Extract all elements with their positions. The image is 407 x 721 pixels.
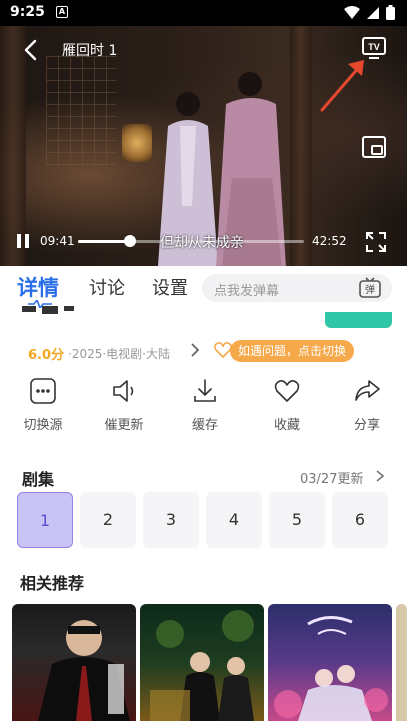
speaker-icon: [113, 380, 134, 402]
status-indicators: [344, 5, 395, 20]
danmaku-icon-label: 弹: [365, 283, 375, 296]
action-label: 切换源: [23, 418, 63, 433]
pause-icon[interactable]: [14, 232, 32, 250]
back-arrow-icon[interactable]: [20, 38, 44, 62]
chevron-right-icon[interactable]: [374, 469, 386, 483]
partial-badge: [325, 312, 392, 328]
tab-details[interactable]: 详情: [17, 272, 59, 302]
action-row: 切换源 催更新 缓存 收藏 分享: [0, 376, 407, 436]
status-time: 9:25: [10, 4, 45, 20]
detail-tabs: 详情 讨论 设置 点我发弹幕 弹: [0, 266, 407, 310]
download-icon: [194, 379, 216, 402]
progress-knob[interactable]: [123, 235, 136, 247]
current-time: 09:41: [40, 234, 75, 248]
action-label: 收藏: [273, 418, 300, 433]
battery-icon: [386, 5, 395, 20]
more-dots-icon: [30, 378, 56, 404]
annotation-arrow: [320, 60, 364, 112]
chevron-right-icon[interactable]: [188, 342, 202, 358]
share-icon: [355, 380, 380, 401]
poster-art: [150, 610, 254, 721]
tv-icon-label: TV: [368, 42, 380, 52]
progress-fill: [78, 240, 130, 243]
episode-item[interactable]: 4: [206, 492, 262, 548]
share-button[interactable]: 分享: [332, 376, 402, 433]
episode-item[interactable]: 6: [332, 492, 388, 548]
scene-pillar: [0, 26, 26, 266]
scene-lantern: [122, 124, 152, 162]
request-update-button[interactable]: 催更新: [89, 376, 159, 433]
episode-item[interactable]: 1: [17, 492, 73, 548]
recommendations-title: 相关推荐: [20, 574, 85, 593]
action-label: 缓存: [191, 418, 218, 433]
switch-source-button[interactable]: 切换源: [8, 376, 78, 433]
action-label: 催更新: [104, 418, 144, 433]
poster-art: [38, 620, 130, 721]
danmaku-toggle-icon[interactable]: 弹: [358, 276, 382, 300]
recommendation-poster-4[interactable]: [396, 604, 407, 721]
episode-item[interactable]: 2: [80, 492, 136, 548]
scene-pillar: [290, 26, 312, 266]
download-button[interactable]: 缓存: [170, 376, 240, 433]
wifi-icon: [344, 5, 360, 19]
scene-window-lattice: [46, 56, 116, 166]
video-title: 雁回时 1: [62, 43, 118, 59]
signal-icon: [367, 6, 379, 19]
switch-source-tip[interactable]: 如遇问题，点击切换: [230, 340, 355, 362]
rating-score: 6.0分: [28, 348, 65, 363]
episodes-title: 剧集: [22, 470, 55, 489]
poster-art: [274, 616, 388, 721]
picture-in-picture-icon[interactable]: [360, 134, 388, 160]
action-label: 分享: [353, 418, 380, 433]
status-bar: 9:25 A: [0, 0, 407, 26]
tab-settings[interactable]: 设置: [152, 274, 188, 300]
episode-item[interactable]: 3: [143, 492, 199, 548]
notification-badge-icon: A: [56, 6, 68, 18]
danmaku-placeholder: 点我发弹幕: [214, 284, 280, 299]
episode-item[interactable]: 5: [269, 492, 325, 548]
episodes-update-info[interactable]: 03/27更新: [300, 468, 363, 487]
favorite-button[interactable]: 收藏: [252, 376, 322, 433]
danmaku-input[interactable]: 点我发弹幕 弹: [202, 274, 392, 302]
video-player[interactable]: 雁回时 1 TV 09:41 但却从未成亲 42:52: [0, 26, 407, 266]
total-time: 42:52: [312, 234, 347, 248]
recommendation-poster-3[interactable]: [268, 604, 392, 721]
tab-discussion[interactable]: 讨论: [89, 274, 125, 300]
show-meta: ·2025·电视剧·大陆: [68, 347, 170, 361]
recommendation-poster-2[interactable]: [140, 604, 264, 721]
video-subtitle: 但却从未成亲: [160, 235, 244, 251]
partial-title-text: [22, 306, 74, 314]
fullscreen-icon[interactable]: [364, 230, 388, 254]
recommendation-poster-1[interactable]: [12, 604, 136, 721]
heart-icon: [274, 380, 300, 402]
